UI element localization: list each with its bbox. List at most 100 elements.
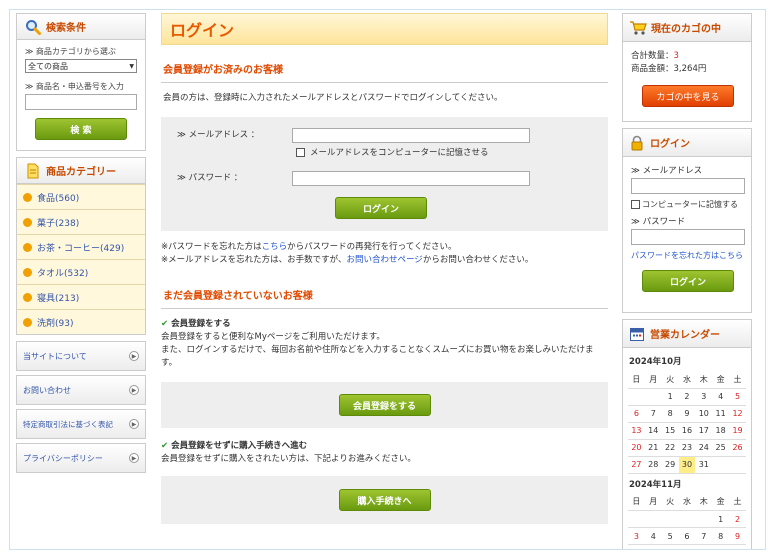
calendar-day: 22	[661, 439, 679, 457]
calendar-day: 24	[695, 439, 713, 457]
calendar-october: 日月火水木金土 1 2 3 4 5 6 7 8 9 10 11 12 13 14 15 16 17 18 19 20 2…	[628, 371, 746, 474]
guest-text: 会員登録をせずに購入をされたい方は、下記よりお進みください。	[161, 454, 416, 464]
remember-email-row[interactable]: メールアドレスをコンピューターに記憶させる	[296, 147, 489, 160]
category-item[interactable]: タオル(532)	[17, 259, 145, 284]
category-item[interactable]: お茶・コーヒー(429)	[17, 234, 145, 259]
nav-privacy[interactable]: プライバシーポリシー ▶	[16, 443, 146, 473]
cart-box-title: 現在のカゴの中	[651, 24, 721, 35]
calendar-day: 30	[678, 456, 696, 474]
weekday-header: 月	[644, 371, 662, 389]
calendar-header: 営業カレンダー	[623, 320, 751, 348]
calendar-day: 26	[729, 439, 746, 457]
calendar-day: 9	[678, 405, 696, 423]
side-remember-checkbox[interactable]	[631, 200, 640, 209]
category-select-value: 全ての商品	[28, 61, 68, 71]
bullet-icon	[23, 317, 32, 327]
calendar-day: 19	[729, 422, 746, 440]
keyword-input[interactable]	[25, 94, 137, 110]
weekday-header: 木	[695, 493, 713, 511]
remember-email-checkbox[interactable]	[296, 148, 305, 157]
side-forgot-link[interactable]: パスワードを忘れた方はこちら	[631, 249, 751, 262]
email-input[interactable]	[292, 128, 530, 143]
calendar-day: 20	[628, 439, 645, 457]
calendar-day: 3	[695, 388, 713, 406]
category-box-header: 商品カテゴリー	[17, 158, 145, 184]
calendar-day: 2	[678, 388, 696, 406]
forgot-password-link[interactable]: こちら	[262, 242, 288, 252]
forgot-email-text: ※メールアドレスを忘れた方は、お手数ですが、お問い合わせページからお問い合わせく…	[161, 254, 608, 267]
side-remember-row[interactable]: コンピューターに記憶する	[631, 198, 751, 211]
cart-amount-value: 3,264円	[673, 64, 707, 74]
calendar-day: 10	[695, 405, 713, 423]
search-box-header: 検索条件	[17, 14, 145, 40]
bullet-icon	[23, 242, 32, 252]
nav-contact[interactable]: お問い合わせ ▶	[16, 375, 146, 405]
calendar-day: 5	[661, 527, 679, 545]
chevron-right-icon: ▶	[129, 453, 139, 463]
calendar-day: 21	[644, 439, 662, 457]
email-label: ≫ メールアドレス ：	[177, 130, 260, 140]
login-button[interactable]: ログイン	[335, 197, 427, 219]
calendar-day	[661, 510, 679, 528]
password-input[interactable]	[292, 171, 530, 186]
side-password-input[interactable]	[631, 229, 745, 245]
calendar-day: 3	[628, 527, 645, 545]
contact-page-link[interactable]: お問い合わせページ	[346, 255, 422, 265]
guest-area: 購入手続きへ	[161, 476, 608, 524]
magnifier-icon	[25, 19, 41, 35]
weekday-header: 日	[628, 371, 645, 389]
calendar-day: 1	[712, 510, 730, 528]
category-item[interactable]: 菓子(238)	[17, 209, 145, 234]
weekday-header: 水	[678, 371, 696, 389]
calendar-day: 28	[644, 456, 662, 474]
weekday-header: 火	[661, 493, 679, 511]
weekday-header: 金	[712, 371, 730, 389]
category-item-label: 菓子(238)	[37, 218, 80, 229]
member-intro: 会員の方は、登録時に入力されたメールアドレスとパスワードでログインしてください。	[163, 93, 503, 103]
weekday-header: 木	[695, 371, 713, 389]
register-button[interactable]: 会員登録をする	[338, 394, 431, 416]
category-item-label: 食品(560)	[37, 193, 80, 204]
category-item-label: 寝具(213)	[37, 293, 80, 304]
search-button[interactable]: 検 索	[35, 118, 127, 140]
calendar-day: 2	[729, 510, 746, 528]
side-email-input[interactable]	[631, 178, 745, 194]
calendar-day: 8	[712, 527, 730, 545]
forgot-password-text: ※パスワードを忘れた方はこちらからパスワードの再発行を行ってください。	[161, 241, 608, 254]
calendar-day	[678, 510, 696, 528]
calendar-day: 31	[695, 456, 713, 474]
category-item[interactable]: 寝具(213)	[17, 284, 145, 309]
calendar-day: 23	[678, 439, 696, 457]
nav-about[interactable]: 当サイトについて ▶	[16, 341, 146, 371]
nav-about-label: 当サイトについて	[23, 351, 87, 361]
side-login-title: ログイン	[650, 139, 690, 150]
calendar-day: 12	[729, 405, 746, 423]
nav-contact-label: お問い合わせ	[23, 385, 71, 395]
view-cart-button[interactable]: カゴの中を見る	[642, 85, 734, 107]
calendar-box: 営業カレンダー 2024年10月 日月火水木金土 1 2 3 4 5 6 7 8 9 10 11 12…	[622, 319, 752, 549]
side-login-button[interactable]: ログイン	[642, 270, 734, 292]
register-text-1: 会員登録をすると便利なMyページをご利用いただけます。	[161, 332, 385, 342]
search-box-title: 検索条件	[46, 23, 86, 34]
calendar-day: 11	[712, 405, 730, 423]
nav-legal[interactable]: 特定商取引法に基づく表記 ▶	[16, 409, 146, 439]
calendar-day: 7	[644, 405, 662, 423]
category-select[interactable]: 全ての商品	[25, 59, 137, 73]
calendar-day: 9	[729, 527, 746, 545]
nonmember-heading: まだ会員登録されていないお客様	[161, 287, 608, 309]
forgot-password-post: からパスワードの再発行を行ってください。	[287, 242, 457, 252]
cart-amount-label: 商品金額：	[631, 64, 674, 74]
weekday-header: 水	[678, 493, 696, 511]
calendar-day: 5	[729, 388, 746, 406]
category-item[interactable]: 洗剤(93)	[17, 309, 145, 334]
category-item[interactable]: 食品(560)	[17, 184, 145, 209]
password-label: ≫ パスワード ：	[177, 173, 243, 183]
register-area: 会員登録をする	[161, 382, 608, 428]
checkout-button[interactable]: 購入手続きへ	[338, 489, 431, 511]
calendar-day	[644, 388, 662, 406]
register-title-row: ✔ 会員登録をする	[161, 318, 608, 331]
nav-privacy-label: プライバシーポリシー	[23, 453, 103, 463]
left-column: 検索条件 ≫ 商品カテゴリから選ぶ 全ての商品 ≫ 商品名・申込番号を入力 検 …	[16, 13, 146, 477]
side-login-box: ログイン ≫ メールアドレス コンピューターに記憶する ≫ パスワード パスワー…	[622, 128, 752, 313]
guest-title: 会員登録をせずに購入手続きへ進む	[171, 441, 308, 451]
